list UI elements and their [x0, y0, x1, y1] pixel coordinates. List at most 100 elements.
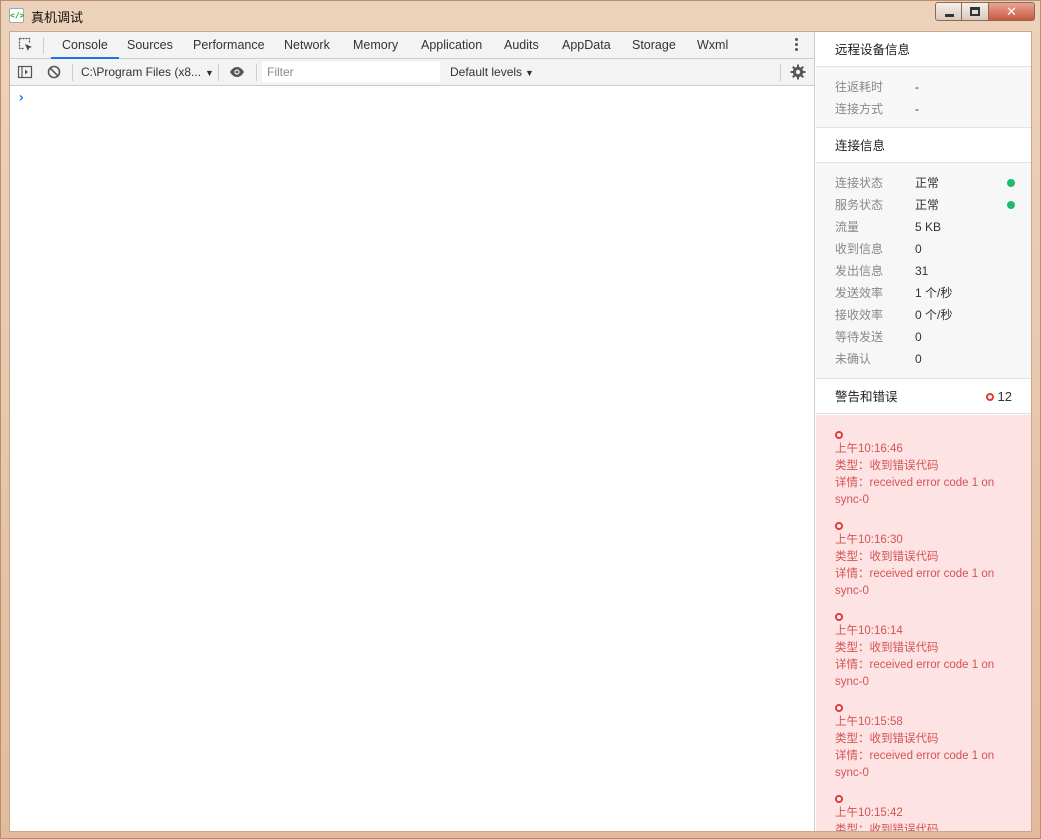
error-icon	[835, 795, 843, 804]
tab-console[interactable]: Console	[51, 32, 119, 59]
live-expression-icon[interactable]	[229, 64, 245, 80]
info-key: 等待发送	[835, 330, 884, 344]
warnings-errors-header: 警告和错误 12	[816, 378, 1031, 414]
clear-console-icon[interactable]	[46, 64, 62, 80]
section-title: 警告和错误	[835, 390, 898, 404]
client-area: Console Sources Performance Network Memory Ap…	[9, 31, 1032, 832]
console-toolbar: C:\Program Files (x8...▼ Default levels▼	[10, 59, 814, 86]
error-entry: 上午10:16:30 类型：收到错误代码 详情：received error cod…	[835, 520, 1015, 600]
error-entry: 上午10:15:58 类型：收到错误代码详情：received error cod…	[835, 702, 1015, 782]
info-key: 服务状态	[835, 198, 884, 212]
error-type: 类型：收到错误代码	[835, 733, 939, 745]
console-prompt-icon: ›	[17, 90, 26, 106]
info-row: 未确认 0	[835, 348, 1015, 370]
error-icon	[835, 522, 843, 531]
info-value: 0	[915, 242, 922, 256]
error-entry: 上午10:15:42 类型：收到错误代码	[835, 793, 1015, 831]
info-value: 0 个/秒	[915, 308, 953, 322]
info-row: 接收效率 0 个/秒	[835, 304, 1015, 326]
error-type: 类型：收到错误代码	[835, 551, 939, 563]
error-icon	[835, 613, 843, 622]
filter-input[interactable]	[262, 62, 440, 82]
error-time: 上午10:16:14	[835, 625, 903, 637]
info-value: -	[915, 102, 919, 116]
section-title: 远程设备信息	[835, 43, 911, 57]
chevron-down-icon: ▼	[525, 68, 534, 78]
device-info-panel: 远程设备信息 往返耗时 - 连接方式 - 连接信息 连接状态 正常 服务状态 正常 流量 5 K…	[816, 32, 1031, 831]
info-row: 发出信息 31	[835, 260, 1015, 282]
error-time: 上午10:16:46	[835, 443, 903, 455]
error-time: 上午10:15:58	[835, 716, 903, 728]
context-label: C:\Program Files (x8...	[81, 65, 202, 79]
console-output[interactable]: ›	[10, 86, 814, 830]
info-key: 接收效率	[835, 308, 884, 322]
info-value: 正常	[915, 176, 940, 190]
connection-info-header: 连接信息	[816, 127, 1031, 163]
toolbar-divider	[256, 64, 257, 81]
show-sidebar-icon[interactable]	[17, 64, 33, 80]
toolbar-divider	[72, 64, 73, 81]
error-icon	[985, 392, 994, 401]
section-title: 连接信息	[835, 139, 886, 153]
info-key: 连接状态	[835, 176, 884, 190]
info-key: 发出信息	[835, 264, 884, 278]
tab-wxml[interactable]: Wxml	[686, 32, 739, 59]
tab-storage[interactable]: Storage	[621, 32, 687, 59]
window-controls: ✕	[935, 2, 1035, 22]
tab-network[interactable]: Network	[273, 32, 341, 59]
info-value: 31	[915, 264, 929, 278]
minimize-button[interactable]	[935, 2, 962, 21]
error-list[interactable]: 上午10:16:46 类型：收到错误代码 详情：received error cod…	[816, 415, 1031, 831]
info-key: 收到信息	[835, 242, 884, 256]
error-detail: 详情：received error code 1 on sync-0	[835, 750, 995, 779]
error-time: 上午10:15:42	[835, 807, 903, 819]
settings-gear-icon[interactable]	[790, 64, 806, 80]
error-type: 类型：收到错误代码	[835, 460, 939, 472]
error-type: 类型：收到错误代码	[835, 642, 939, 654]
title-bar: </> 真机调试 ✕	[1, 1, 1040, 30]
info-row: 连接状态 正常	[835, 172, 1015, 194]
error-time: 上午10:16:30	[835, 534, 903, 546]
status-ok-dot-icon	[1007, 201, 1015, 209]
devtools-tabbar: Console Sources Performance Network Memory Ap…	[10, 32, 814, 59]
window-title: 真机调试	[31, 10, 84, 25]
tab-performance[interactable]: Performance	[182, 32, 276, 59]
error-detail: 详情：received error code 1 on sync-0	[835, 659, 995, 688]
info-row: 发送效率 1 个/秒	[835, 282, 1015, 304]
tab-sources[interactable]: Sources	[116, 32, 184, 59]
info-row: 流量 5 KB	[835, 216, 1015, 238]
minimize-icon	[945, 14, 954, 17]
info-value: 0	[915, 352, 922, 366]
status-ok-dot-icon	[1007, 179, 1015, 187]
tabbar-divider	[43, 37, 44, 54]
maximize-button[interactable]	[962, 2, 989, 21]
info-key: 发送效率	[835, 286, 884, 300]
tab-appdata[interactable]: AppData	[551, 32, 622, 59]
info-value: 5 KB	[915, 220, 942, 234]
info-value: 正常	[915, 198, 940, 212]
error-detail: 详情：received error code 1 on sync-0	[835, 477, 995, 506]
error-type: 类型：收到错误代码	[835, 824, 939, 831]
tab-audits[interactable]: Audits	[493, 32, 550, 59]
error-entry: 上午10:16:46 类型：收到错误代码详情：received error cod…	[835, 429, 1015, 509]
info-value: 1 个/秒	[915, 286, 953, 300]
app-window: </> 真机调试 ✕ Console Sources Performance Netw…	[0, 0, 1041, 839]
tab-application[interactable]: Application	[410, 32, 493, 59]
panel-scrollbar[interactable]	[1025, 32, 1031, 831]
info-key: 往返耗时	[835, 80, 884, 94]
more-vertical-icon[interactable]	[795, 38, 799, 54]
error-count-badge: 12	[985, 379, 1012, 415]
chevron-down-icon: ▼	[205, 68, 214, 78]
info-row: 收到信息 0	[835, 238, 1015, 260]
inspect-element-icon[interactable]	[18, 37, 34, 53]
toolbar-divider	[780, 64, 781, 81]
tab-memory[interactable]: Memory	[342, 32, 409, 59]
close-button[interactable]: ✕	[989, 2, 1035, 21]
log-levels-dropdown[interactable]: Default levels ▼	[450, 65, 534, 79]
close-icon: ✕	[1006, 4, 1017, 19]
context-selector[interactable]: C:\Program Files (x8... ▼	[81, 65, 214, 79]
info-key: 未确认	[835, 352, 872, 366]
info-key: 连接方式	[835, 102, 884, 116]
info-value: -	[915, 80, 919, 94]
devtools-panel: Console Sources Performance Network Memory Ap…	[10, 32, 815, 831]
